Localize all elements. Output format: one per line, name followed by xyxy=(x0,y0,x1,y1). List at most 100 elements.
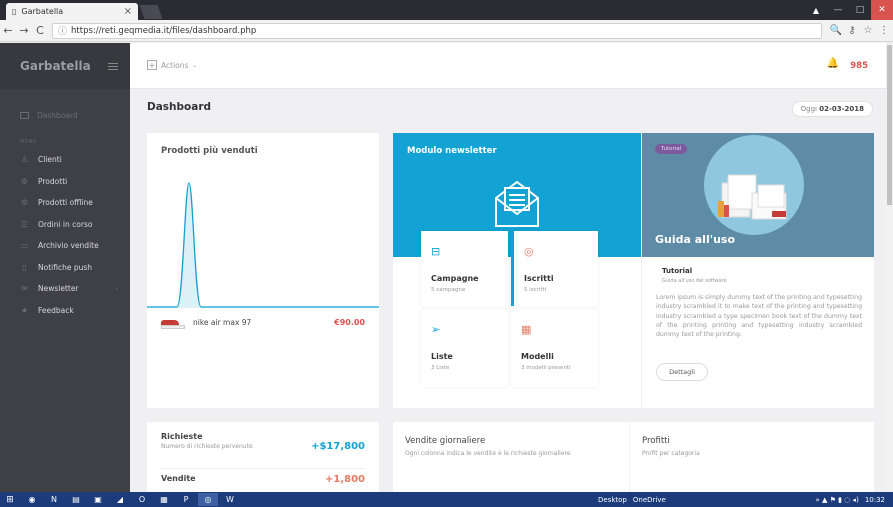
browser-tab[interactable]: ▯ Garbatella × xyxy=(6,3,138,20)
sidebar-items: ♙ Clienti ⚙ Prodotti ⚙ Prodotti offline ☰ Ordin… xyxy=(0,149,130,321)
date-label: Oggi xyxy=(800,105,817,113)
sidebar-item-label: Archivio vendite xyxy=(38,241,99,251)
sidebar-item-label: Notifiche push xyxy=(38,262,92,272)
taskbar-app-icon[interactable]: O xyxy=(132,493,152,506)
tile-sub: 3 Liste xyxy=(431,365,450,371)
back-icon[interactable]: ← xyxy=(0,24,16,37)
sidebar-item-label: Feedback xyxy=(38,305,74,315)
profits-title: Profitti xyxy=(642,436,670,446)
taskbar-app-icon[interactable]: W xyxy=(220,493,240,506)
tile-iscritti[interactable]: ◎ Iscritti 5 iscritti xyxy=(511,231,598,306)
sidebar-item-feedback[interactable]: ★ Feedback xyxy=(0,300,130,322)
sidebar-section-label: MENU xyxy=(20,139,37,145)
taskbar-app-icon[interactable]: ◢ xyxy=(110,493,130,506)
desktop-toolbar[interactable]: Desktop xyxy=(598,496,627,504)
user-icon: ♙ xyxy=(20,155,29,165)
sidebar-item-clienti[interactable]: ♙ Clienti xyxy=(0,149,130,171)
zoom-icon[interactable]: 🔍 xyxy=(828,25,844,36)
menu-toggle-icon[interactable] xyxy=(108,62,118,70)
newsletter-title: Modulo newsletter xyxy=(407,146,497,156)
info-icon[interactable]: ⓘ xyxy=(58,24,67,37)
archive-icon: ▭ xyxy=(20,241,29,251)
sidebar-item-notifiche-push[interactable]: ▯ Notifiche push xyxy=(0,257,130,279)
taskbar-app-icon[interactable]: ◉ xyxy=(22,493,42,506)
bell-icon[interactable]: 🔔 xyxy=(827,58,839,69)
address-bar: ← → C ⓘ https://reti.geqmedia.it/files/d… xyxy=(0,20,893,42)
minimize-icon[interactable]: — xyxy=(827,0,849,20)
sidebar-item-label: Prodotti xyxy=(38,176,68,186)
tile-campagne[interactable]: ⊟ Campagne 5 campagne xyxy=(421,231,508,306)
subscribers-icon: ◎ xyxy=(524,245,534,258)
profits-sub: Profit per categoria xyxy=(642,450,700,457)
address-bar-actions: 🔍 ⚷ ☆ ⋮ xyxy=(828,25,892,36)
sidebar-item-ordini-in-corso[interactable]: ☰ Ordini in corso xyxy=(0,214,130,236)
close-window-icon[interactable]: ✕ xyxy=(871,0,893,20)
sidebar-item-newsletter[interactable]: ✉ Newsletter › xyxy=(0,278,130,300)
tile-name: Iscritti xyxy=(524,274,554,283)
user-icon[interactable]: ▲ xyxy=(805,0,827,20)
taskbar-app-icon[interactable]: ▤ xyxy=(66,493,86,506)
plus-icon: + xyxy=(147,60,157,70)
tutorial-title: Tutorial xyxy=(662,267,693,275)
date-badge: Oggi 02-03-2018 xyxy=(791,101,873,117)
taskbar-app-icon[interactable]: ◎ xyxy=(198,493,218,506)
onedrive-toolbar[interactable]: OneDrive xyxy=(633,496,666,504)
maximize-icon[interactable]: □ xyxy=(849,0,871,20)
bookmark-star-icon[interactable]: ☆ xyxy=(860,25,876,36)
documents-illustration-icon xyxy=(718,174,787,220)
profits-card: Profitti Profit per categoria xyxy=(630,422,874,492)
app: Garbatella Dashboard MENU ♙ Clienti ⚙ Prodo… xyxy=(0,43,893,492)
chevron-down-icon: ⌄ xyxy=(192,61,198,69)
page-title: Dashboard xyxy=(147,101,212,113)
taskbar: ⊞ ◉ N ▤ ▣ ◢ O ▦ P ◎ W Desktop OneDrive » ▲ ⚑ ▮ ◌ … xyxy=(0,492,893,507)
taskbar-toolbars: Desktop OneDrive xyxy=(598,492,672,507)
reload-icon[interactable]: C xyxy=(32,24,48,37)
main-content: + Actions ⌄ 🔔 985 Dashboard Oggi 02-03-2… xyxy=(130,43,893,492)
sidebar-item-prodotti-offline[interactable]: ⚙ Prodotti offline xyxy=(0,192,130,214)
envelope-icon xyxy=(495,180,539,227)
actions-dropdown[interactable]: + Actions ⌄ xyxy=(147,60,197,70)
phone-icon: ▯ xyxy=(22,262,27,272)
taskbar-app-icon[interactable]: N xyxy=(44,493,64,506)
requests-title: Richieste xyxy=(161,432,203,441)
browser-menu-icon[interactable]: ⋮ xyxy=(876,25,892,36)
details-button[interactable]: Dettagli xyxy=(656,363,708,381)
campaign-icon: ⊟ xyxy=(431,245,441,258)
newsletter-card: Modulo newsletter ⊟ Campagne 5 campagne … xyxy=(393,133,641,408)
clock[interactable]: 10:32 xyxy=(865,496,885,504)
close-tab-icon[interactable]: × xyxy=(124,6,132,17)
points-counter[interactable]: 985 xyxy=(850,61,868,71)
taskbar-app-icon[interactable]: ▦ xyxy=(154,493,174,506)
topbar: + Actions ⌄ 🔔 985 xyxy=(130,43,893,89)
sidebar-item-archivio-vendite[interactable]: ▭ Archivio vendite xyxy=(0,235,130,257)
best-sellers-title: Prodotti più venduti xyxy=(161,146,258,156)
new-tab-button[interactable] xyxy=(139,5,163,19)
key-icon[interactable]: ⚷ xyxy=(844,25,860,36)
page-icon: ▯ xyxy=(12,7,17,16)
sidebar-item-label: Newsletter xyxy=(38,284,79,294)
url-text: https://reti.geqmedia.it/files/dashboard… xyxy=(71,25,257,36)
taskbar-app-icon[interactable]: ▣ xyxy=(88,493,108,506)
window-controls: ▲ — □ ✕ xyxy=(805,0,893,20)
best-sellers-card: Prodotti più venduti nike air max 97 €90… xyxy=(147,133,379,408)
start-button-icon[interactable]: ⊞ xyxy=(0,495,20,505)
forward-icon[interactable]: → xyxy=(16,24,32,37)
tile-modelli[interactable]: ▦ Modelli 3 modelli presenti xyxy=(511,309,598,387)
url-input[interactable]: ⓘ https://reti.geqmedia.it/files/dashboa… xyxy=(52,22,822,39)
tutorial-body: Lorem ipsum is simply dummy text of the … xyxy=(656,294,862,339)
brand-name[interactable]: Garbatella xyxy=(20,59,91,73)
scrollbar-thumb[interactable] xyxy=(887,45,892,205)
tile-name: Campagne xyxy=(431,274,479,283)
dashboard-icon xyxy=(20,111,29,119)
sidebar-item-prodotti[interactable]: ⚙ Prodotti xyxy=(0,171,130,193)
tray-icons[interactable]: » ▲ ⚑ ▮ ◌ ◂) xyxy=(816,496,859,504)
sidebar-item-label: Clienti xyxy=(38,155,62,165)
tile-liste[interactable]: ➢ Liste 3 Liste xyxy=(421,309,508,387)
sidebar-item-dashboard[interactable]: Dashboard xyxy=(0,106,130,124)
product-row[interactable]: nike air max 97 €90.00 xyxy=(161,318,365,329)
page-scrollbar[interactable] xyxy=(886,43,893,492)
mail-icon: ✉ xyxy=(21,284,28,294)
taskbar-app-icon[interactable]: P xyxy=(176,493,196,506)
sidebar-item-label: Dashboard xyxy=(37,110,78,120)
brand: Garbatella xyxy=(0,43,130,89)
